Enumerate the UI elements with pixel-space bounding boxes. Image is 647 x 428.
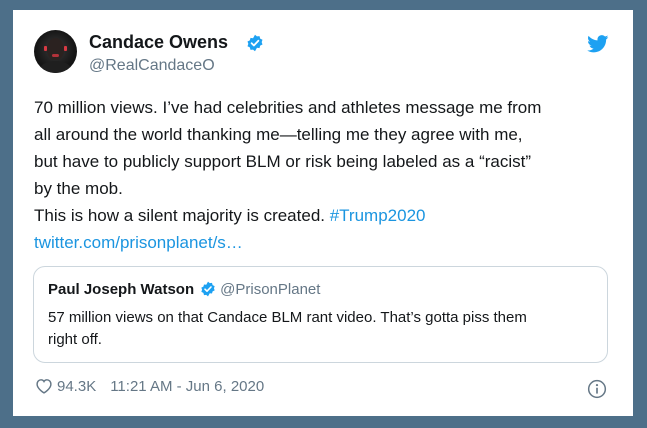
avatar-earring-right — [64, 46, 67, 51]
tweet-text: 70 million views. I’ve had celebrities a… — [34, 94, 624, 256]
author-avatar[interactable] — [34, 30, 77, 73]
tweet-line: but have to publicly support BLM or risk… — [34, 152, 532, 171]
avatar-lips — [52, 54, 59, 57]
tweet-timestamp[interactable]: 11:21 AM - Jun 6, 2020 — [110, 378, 264, 395]
quote-text: 57 million views on that Candace BLM ran… — [48, 307, 593, 351]
twitter-bird-icon[interactable] — [587, 35, 609, 53]
tweet-line: This is how a silent majority is created… — [34, 202, 624, 229]
quote-author-handle[interactable]: @PrisonPlanet — [220, 281, 320, 298]
tweet-line: twitter.com/prisonplanet/s… — [34, 229, 624, 256]
like-count[interactable]: 94.3K — [57, 378, 96, 395]
tweet-line: all around the world thanking me—telling… — [34, 125, 523, 144]
quote-header: Paul Joseph Watson @PrisonPlanet — [48, 281, 320, 298]
tweet-card: Candace Owens @RealCandaceO 70 million v… — [13, 10, 633, 416]
verified-badge-icon — [247, 34, 263, 52]
avatar-earring-left — [44, 46, 47, 51]
heart-icon[interactable] — [35, 378, 53, 394]
author-handle[interactable]: @RealCandaceO — [89, 57, 215, 75]
tweet-line: 70 million views. I’ve had celebrities a… — [34, 98, 542, 117]
author-name[interactable]: Candace Owens — [89, 32, 228, 53]
avatar-body — [40, 61, 71, 73]
quoted-url-link[interactable]: twitter.com/prisonplanet/s… — [34, 233, 243, 252]
tweet-line-text: This is how a silent majority is created… — [34, 206, 330, 225]
quote-line: 57 million views on that Candace BLM ran… — [48, 309, 527, 326]
quote-line: right off. — [48, 331, 102, 348]
hashtag-link[interactable]: #Trump2020 — [330, 206, 426, 225]
tweet-line: by the mob. — [34, 179, 123, 198]
quoted-tweet[interactable]: Paul Joseph Watson @PrisonPlanet 57 mill… — [33, 266, 608, 363]
info-icon[interactable] — [587, 379, 607, 399]
quote-author-name[interactable]: Paul Joseph Watson — [48, 281, 194, 298]
tweet-footer: 94.3K 11:21 AM - Jun 6, 2020 — [35, 378, 264, 395]
verified-badge-icon — [201, 281, 215, 297]
